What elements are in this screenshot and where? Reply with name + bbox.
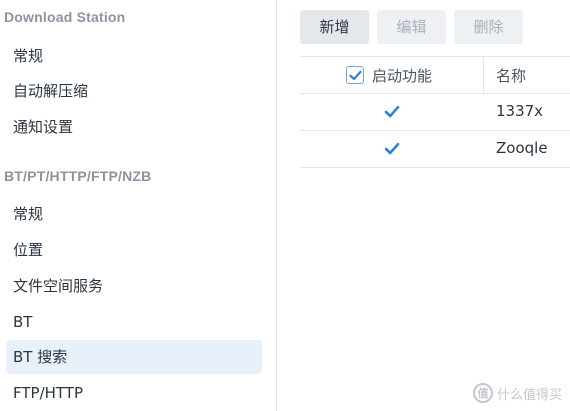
sidebar-item-label: 通知设置 [13,118,74,136]
watermark-logo-icon: 值 [472,383,493,403]
delete-button[interactable]: 删除 [454,10,523,44]
sidebar-item-label: 常规 [13,47,44,65]
sidebar-item-label: 文件空间服务 [13,277,104,295]
watermark-text: 什么值得买 [496,387,562,403]
column-header-enable[interactable]: 启动功能 [372,65,432,86]
sidebar-item-label: 自动解压缩 [13,82,89,100]
engine-name: Zooqle [496,139,548,157]
section-title-bt-pt: BT/PT/HTTP/FTP/NZB [4,168,152,184]
sidebar-item-label: BT [13,313,33,331]
checkmark-icon [348,70,362,80]
table-row[interactable]: 1337x [300,94,570,130]
column-header-name[interactable]: 名称 [496,65,526,86]
column-divider [483,56,484,93]
enable-checkbox[interactable] [383,102,401,120]
table-row[interactable]: Zooqle [300,131,570,167]
checkmark-icon [384,105,400,117]
edit-button[interactable]: 编辑 [377,10,446,44]
section-title-download-station: Download Station [4,9,126,25]
row-divider [300,167,570,168]
sidebar-item-general-2[interactable]: 常规 [6,197,262,231]
add-button[interactable]: 新增 [300,10,369,44]
sidebar-item-label: BT 搜索 [13,348,68,366]
checkmark-icon [384,142,400,154]
sidebar-item-notification[interactable]: 通知设置 [6,110,262,144]
enable-checkbox[interactable] [383,139,401,157]
table-header-row: 启动功能 名称 [300,56,570,93]
watermark: 值 什么值得买 [472,383,562,403]
select-all-checkbox[interactable] [346,66,364,84]
sidebar-item-ftp-http[interactable]: FTP/HTTP [6,376,262,410]
sidebar-item-general[interactable]: 常规 [6,39,262,73]
sidebar-item-bt-search[interactable]: BT 搜索 [6,340,262,374]
sidebar-item-bt[interactable]: BT [6,305,262,339]
engine-name: 1337x [496,102,544,120]
sidebar-item-label: 位置 [13,241,44,259]
sidebar-item-auto-extract[interactable]: 自动解压缩 [6,74,262,108]
sidebar-item-file-space[interactable]: 文件空间服务 [6,269,262,303]
sidebar-item-label: FTP/HTTP [13,384,84,402]
sidebar-item-location[interactable]: 位置 [6,233,262,267]
sidebar: Download Station 常规 自动解压缩 通知设置 BT/PT/HTT… [0,0,277,411]
sidebar-item-label: 常规 [13,205,44,223]
